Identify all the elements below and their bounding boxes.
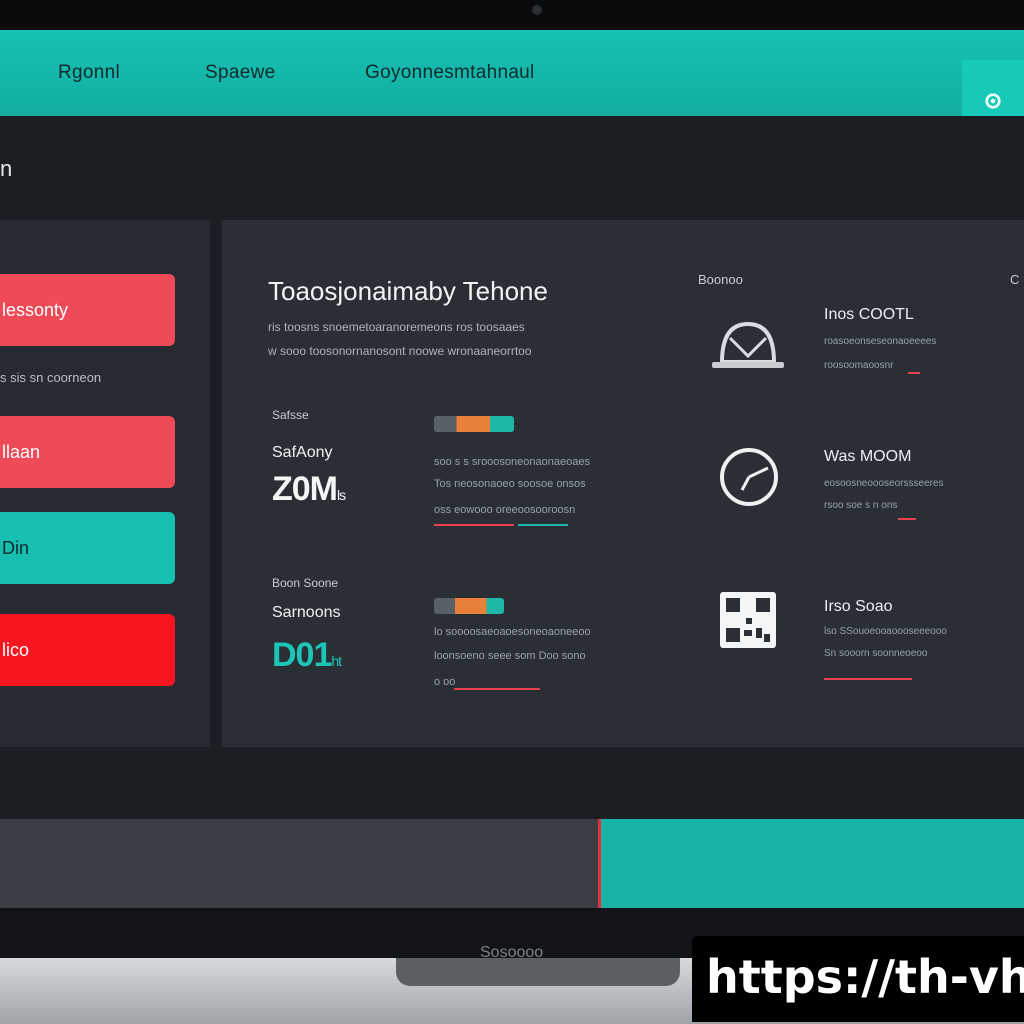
stat-name: SafAony [272,444,333,461]
right-item-line: eosoosneoooseorssseeres [824,478,944,489]
right-column-header-c: C [1010,272,1020,287]
stat-value: D01ht [272,636,342,675]
sidebar-button-label: lessonty [2,299,69,320]
right-item-line: Sn sooorn soonneoeoo [824,648,928,659]
right-item-line: rsoo soe s n ons [824,500,898,511]
detail-underline [434,524,514,526]
main-panel: Toaosjonaimaby Tehone ris toosns snoemet… [222,220,1024,747]
watermark-url: https://th-vh [706,950,1024,1004]
laptop-bezel-top [0,0,1024,30]
sidebar-button-label: llaan [2,441,41,462]
sidebar-button-1[interactable]: lessonty [0,274,175,346]
stat-label: Boon Soone [272,576,339,590]
laptop-brand: Sosoooo [480,944,544,961]
laptop-notch [396,958,680,986]
footer-panel-right [598,819,1024,909]
right-item-title: Irso Soao [824,598,893,615]
detail-line: lo soooosaeoaoesoneoaoneeoo [434,626,591,638]
detail-line: oss eowooo oreeoosooroosn [434,504,576,516]
detail-line: soo s s srooosoneonaonaeoaes [434,456,590,468]
right-item-line: roasoeonseseonaoeeees [824,336,937,347]
nav-item-2[interactable]: Spaewe [205,62,275,84]
right-item-title: Was MOOM [824,448,912,465]
detail-line: Tos neosonaoeo soosoe onsos [434,478,586,490]
sidebar: lessonty s sis sn coorneon llaan Din lic… [0,220,210,747]
detail-underline [454,688,540,690]
right-item-title: Inos COOTL [824,306,914,323]
right-item-underline [898,518,916,520]
right-item-underline [908,372,920,374]
sidebar-button-3[interactable]: Din [0,512,175,584]
main-subtitle-1: ris toosns snoemetoaranoremeons ros toos… [268,320,525,334]
sidebar-button-label: Din [2,537,30,558]
stat-value-number: Z0M [272,470,338,508]
app-screen: n lessonty s sis sn coorneon llaan Din l… [0,116,1024,908]
sidebar-button-label: lico [2,639,30,660]
tag-badge [434,598,504,614]
sidebar-button-4[interactable]: lico [0,614,175,686]
detail-line: loonsoeno seee som Doo sono [434,650,586,662]
qr-code-icon [720,592,776,648]
settings-icon [985,93,1001,109]
main-title: Toaosjonaimaby Tehone [268,276,548,306]
right-item-line: lso SSouoeooaoooseeeooo [824,626,947,637]
right-column-header: Boonoo [698,272,743,287]
stat-name: Sarnoons [272,604,341,621]
stat-label: Safsse [272,408,309,422]
nav-item-3[interactable]: Goyonnesmtahnaul [365,62,535,84]
screen-title: n [0,156,13,181]
camera-icon [532,5,542,15]
nav-item-1[interactable]: Rgonnl [58,62,120,84]
stat-value-suffix: ht [331,653,342,669]
right-item-underline [824,678,912,680]
footer-panel-left [0,819,598,909]
sidebar-button-2[interactable]: llaan [0,416,175,488]
right-item-line: roosoomaoosnr [824,360,894,371]
detail-line: o oo [434,676,456,688]
detail-underline [518,524,568,526]
top-navigation-bar: Rgonnl Spaewe Goyonnesmtahnaul [0,30,1024,146]
stat-value-number: D01 [272,636,332,674]
helmet-icon [712,321,784,368]
tag-badge [434,416,514,432]
clock-icon [720,448,778,506]
stat-value: Z0Mls [272,470,346,509]
watermark: https://th-vh [692,936,1024,1022]
main-subtitle-2: w sooo toosonornanosont noowe wronaaneor… [268,344,532,358]
sidebar-caption: s sis sn coorneon [0,370,102,385]
stat-value-suffix: ls [337,487,346,503]
